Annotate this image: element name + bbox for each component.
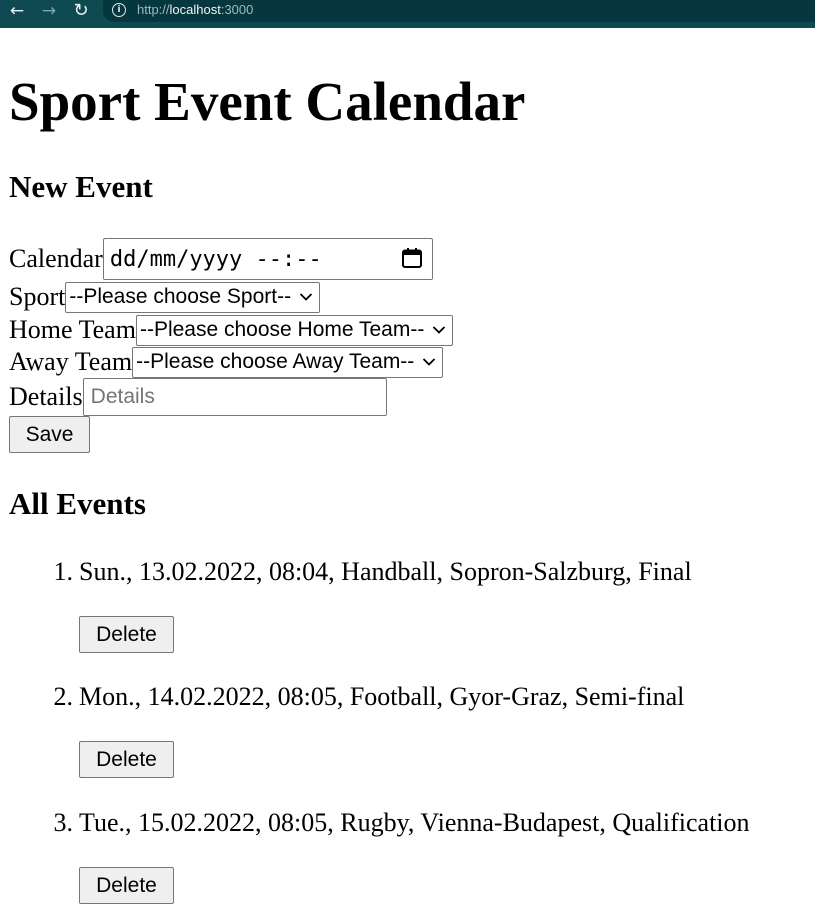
all-events-heading: All Events <box>9 486 146 521</box>
forward-button[interactable]: → <box>38 0 60 22</box>
sport-select-value: --Please choose Sport-- <box>69 285 292 308</box>
details-input[interactable]: Details <box>82 378 387 416</box>
new-event-heading: New Event <box>9 169 153 204</box>
back-button[interactable]: ← <box>6 0 28 22</box>
arrow-right-icon: → <box>41 0 57 21</box>
away-team-select-value: --Please choose Away Team-- <box>136 350 415 373</box>
away-team-row: Away Team --Please choose Away Team-- <box>9 346 444 378</box>
home-team-select-value: --Please choose Home Team-- <box>139 318 425 341</box>
address-bar[interactable]: i http://localhost:3000 <box>103 0 815 22</box>
event-text: Mon., 14.02.2022, 08:05, Football, Gyor-… <box>79 682 685 711</box>
info-icon[interactable]: i <box>112 3 126 17</box>
calendar-icon[interactable] <box>401 247 423 269</box>
browser-toolbar: ← → ↻ i http://localhost:3000 <box>0 0 815 28</box>
delete-button[interactable]: Delete <box>79 867 174 904</box>
calendar-row: Calendar dd/mm/yyyy --:-- <box>9 238 433 280</box>
home-team-row: Home Team --Please choose Home Team-- <box>9 314 454 346</box>
save-button[interactable]: Save <box>9 416 90 453</box>
sport-row: Sport --Please choose Sport-- <box>9 281 321 313</box>
event-number: 1. <box>53 557 74 586</box>
delete-button[interactable]: Delete <box>79 741 174 778</box>
sport-select[interactable]: --Please choose Sport-- <box>65 281 321 313</box>
calendar-label: Calendar <box>9 244 103 273</box>
event-text: Sun., 13.02.2022, 08:04, Handball, Sopro… <box>79 557 692 586</box>
away-team-select[interactable]: --Please choose Away Team-- <box>132 346 444 378</box>
home-team-label: Home Team <box>9 315 136 344</box>
home-team-select[interactable]: --Please choose Home Team-- <box>135 314 454 346</box>
reload-icon: ↻ <box>73 0 89 21</box>
away-team-label: Away Team <box>9 347 133 376</box>
reload-button[interactable]: ↻ <box>70 0 92 22</box>
calendar-placeholder: dd/mm/yyyy --:-- <box>109 246 322 272</box>
chevron-down-icon <box>299 293 313 301</box>
event-number: 2. <box>53 682 74 711</box>
calendar-datetime-input[interactable]: dd/mm/yyyy --:-- <box>102 238 433 280</box>
event-number: 3. <box>53 808 74 837</box>
chevron-down-icon <box>423 358 436 366</box>
delete-button[interactable]: Delete <box>79 616 174 653</box>
details-label: Details <box>9 382 83 411</box>
url-text: http://localhost:3000 <box>137 2 253 18</box>
arrow-left-icon: ← <box>9 0 25 21</box>
chevron-down-icon <box>433 326 446 334</box>
details-placeholder: Details <box>90 385 155 408</box>
details-row: Details Details <box>9 378 387 416</box>
sport-label: Sport <box>9 282 66 311</box>
url-scheme: http:// <box>137 2 170 17</box>
event-text: Tue., 15.02.2022, 08:05, Rugby, Vienna-B… <box>79 808 750 837</box>
url-host: localhost <box>169 2 221 17</box>
page-title: Sport Event Calendar <box>9 71 526 132</box>
url-port: :3000 <box>220 2 254 17</box>
